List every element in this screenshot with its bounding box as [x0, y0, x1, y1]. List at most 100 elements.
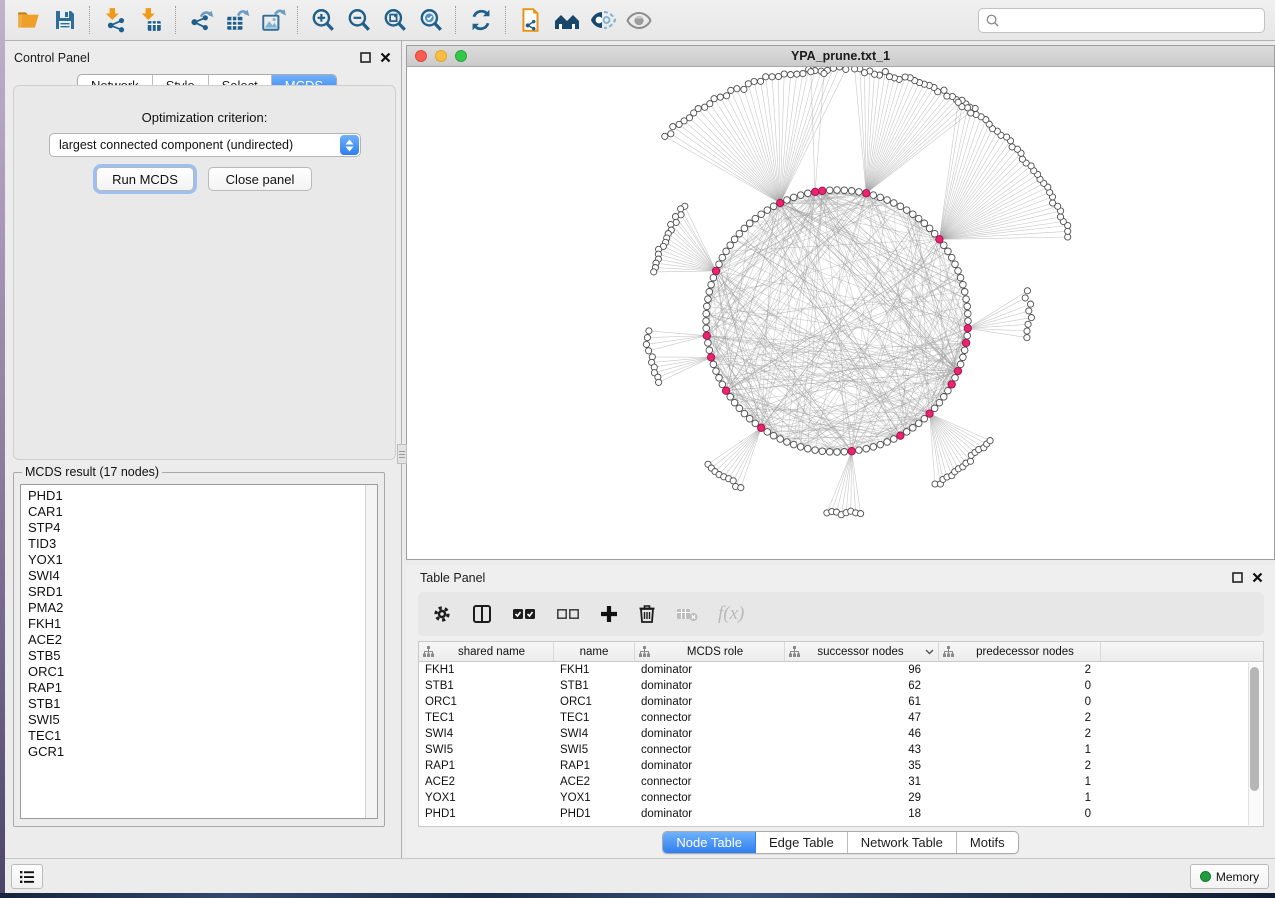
search-input[interactable] [1000, 12, 1258, 28]
table-row[interactable]: RAP1RAP1dominator352 [419, 758, 1263, 774]
delete-column-icon[interactable] [638, 604, 656, 624]
open-session-icon[interactable] [11, 4, 47, 36]
float-panel-icon[interactable] [1232, 570, 1243, 588]
cell-predecessor-nodes[interactable]: 1 [939, 792, 1101, 804]
table-row[interactable]: TEC1TEC1connector472 [419, 710, 1263, 726]
table-row[interactable]: SWI4SWI4dominator462 [419, 726, 1263, 742]
mcds-result-item[interactable]: PMA2 [28, 600, 377, 616]
cell-name[interactable]: SWI5 [554, 744, 635, 756]
cell-predecessor-nodes[interactable]: 1 [939, 744, 1101, 756]
mcds-result-item[interactable]: STB1 [28, 696, 377, 712]
cell-predecessor-nodes[interactable]: 1 [939, 776, 1101, 788]
table-settings-icon[interactable] [432, 604, 452, 624]
cell-name[interactable]: ORC1 [554, 696, 635, 708]
network-from-selection-icon[interactable] [513, 4, 549, 36]
table-scrollbar[interactable] [1248, 663, 1262, 825]
mcds-result-item[interactable]: STP4 [28, 520, 377, 536]
cell-name[interactable]: TEC1 [554, 712, 635, 724]
export-network-icon[interactable] [183, 4, 219, 36]
zoom-selected-icon[interactable] [413, 4, 449, 36]
mcds-result-item[interactable]: YOX1 [28, 552, 377, 568]
export-table-icon[interactable] [219, 4, 255, 36]
float-panel-icon[interactable] [360, 50, 371, 68]
mcds-result-item[interactable]: FKH1 [28, 616, 377, 632]
unselect-all-columns-icon[interactable] [556, 607, 580, 621]
mcds-result-item[interactable]: SWI5 [28, 712, 377, 728]
cell-MCDS-role[interactable]: connector [635, 776, 785, 788]
cell-predecessor-nodes[interactable]: 2 [939, 712, 1101, 724]
cell-name[interactable]: FKH1 [554, 664, 635, 676]
cell-MCDS-role[interactable]: connector [635, 792, 785, 804]
search-box[interactable] [978, 8, 1265, 33]
column-header-successor-nodes[interactable]: successor nodes [785, 642, 939, 661]
split-panel-icon[interactable] [472, 604, 492, 624]
mcds-result-item[interactable]: GCR1 [28, 744, 377, 760]
cell-name[interactable]: STB1 [554, 680, 635, 692]
cell-name[interactable]: PHD1 [554, 808, 635, 820]
import-table-icon[interactable] [133, 4, 169, 36]
cell-MCDS-role[interactable]: dominator [635, 696, 785, 708]
cell-MCDS-role[interactable]: connector [635, 712, 785, 724]
cell-shared-name[interactable]: STB1 [419, 680, 554, 692]
first-neighbors-icon[interactable] [549, 4, 585, 36]
mcds-result-item[interactable]: TID3 [28, 536, 377, 552]
cell-shared-name[interactable]: SWI5 [419, 744, 554, 756]
table-row[interactable]: SWI5SWI5connector431 [419, 742, 1263, 758]
panel-splitter-handle[interactable] [397, 444, 407, 464]
import-network-icon[interactable] [97, 4, 133, 36]
mcds-result-item[interactable]: SRD1 [28, 584, 377, 600]
hide-graphics-details-icon[interactable] [621, 4, 657, 36]
mcds-result-item[interactable]: ACE2 [28, 632, 377, 648]
cell-successor-nodes[interactable]: 29 [785, 792, 939, 804]
column-header-predecessor-nodes[interactable]: predecessor nodes [939, 642, 1101, 661]
cell-MCDS-role[interactable]: connector [635, 744, 785, 756]
cell-shared-name[interactable]: ORC1 [419, 696, 554, 708]
cell-shared-name[interactable]: YOX1 [419, 792, 554, 804]
mcds-result-item[interactable]: STB5 [28, 648, 377, 664]
column-header-shared-name[interactable]: shared name [419, 642, 554, 661]
mcds-list-scrollbar[interactable] [365, 485, 377, 818]
task-history-button[interactable] [11, 864, 43, 889]
table-row[interactable]: ACE2ACE2connector311 [419, 774, 1263, 790]
tab-motifs[interactable]: Motifs [957, 832, 1018, 853]
select-all-columns-icon[interactable] [512, 607, 536, 621]
cell-predecessor-nodes[interactable]: 2 [939, 664, 1101, 676]
mcds-result-item[interactable]: SWI4 [28, 568, 377, 584]
cell-predecessor-nodes[interactable]: 0 [939, 696, 1101, 708]
table-row[interactable]: ORC1ORC1dominator610 [419, 694, 1263, 710]
cell-successor-nodes[interactable]: 43 [785, 744, 939, 756]
cell-name[interactable]: ACE2 [554, 776, 635, 788]
export-image-icon[interactable] [255, 4, 291, 36]
tab-network-table[interactable]: Network Table [848, 832, 957, 853]
cell-MCDS-role[interactable]: dominator [635, 728, 785, 740]
cell-predecessor-nodes[interactable]: 2 [939, 728, 1101, 740]
cell-name[interactable]: SWI4 [554, 728, 635, 740]
mcds-result-item[interactable]: CAR1 [28, 504, 377, 520]
table-row[interactable]: FKH1FKH1dominator962 [419, 662, 1263, 678]
tab-node-table[interactable]: Node Table [663, 832, 756, 853]
cell-name[interactable]: RAP1 [554, 760, 635, 772]
table-scrollbar-thumb[interactable] [1250, 667, 1259, 791]
mcds-result-list[interactable]: PHD1CAR1STP4TID3YOX1SWI4SRD1PMA2FKH1ACE2… [20, 484, 378, 819]
show-graphics-details-icon[interactable] [585, 4, 621, 36]
mcds-result-item[interactable]: TEC1 [28, 728, 377, 744]
cell-predecessor-nodes[interactable]: 0 [939, 680, 1101, 692]
cell-MCDS-role[interactable]: dominator [635, 808, 785, 820]
cell-successor-nodes[interactable]: 61 [785, 696, 939, 708]
cell-shared-name[interactable]: PHD1 [419, 808, 554, 820]
cell-MCDS-role[interactable]: dominator [635, 680, 785, 692]
cell-predecessor-nodes[interactable]: 2 [939, 760, 1101, 772]
memory-button[interactable]: Memory [1190, 864, 1269, 889]
cell-successor-nodes[interactable]: 18 [785, 808, 939, 820]
cell-MCDS-role[interactable]: dominator [635, 664, 785, 676]
cell-shared-name[interactable]: SWI4 [419, 728, 554, 740]
cell-successor-nodes[interactable]: 31 [785, 776, 939, 788]
column-header-MCDS-role[interactable]: MCDS role [635, 642, 785, 661]
close-panel-button[interactable]: Close panel [208, 167, 312, 191]
criterion-select[interactable]: largest connected component (undirected) [49, 133, 361, 157]
cell-name[interactable]: YOX1 [554, 792, 635, 804]
mcds-result-item[interactable]: PHD1 [28, 488, 377, 504]
cell-shared-name[interactable]: FKH1 [419, 664, 554, 676]
cell-successor-nodes[interactable]: 96 [785, 664, 939, 676]
cell-MCDS-role[interactable]: dominator [635, 760, 785, 772]
